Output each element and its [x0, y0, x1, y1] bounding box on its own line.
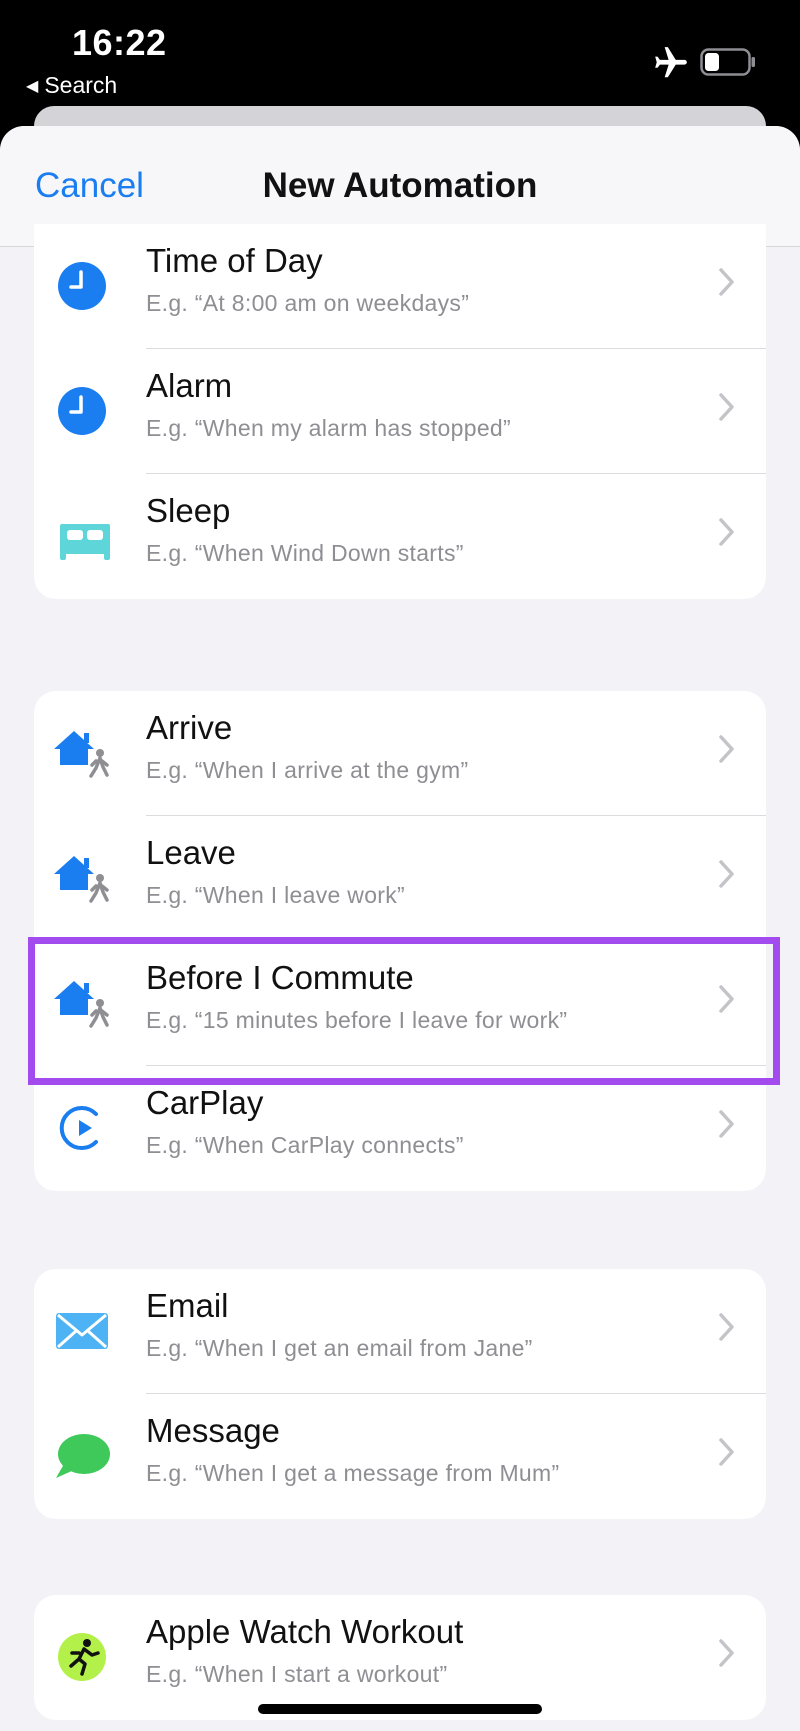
- trigger-row-leave[interactable]: Leave E.g. “When I leave work”: [34, 816, 766, 941]
- house-walker-icon: [50, 846, 114, 910]
- trigger-title: Message: [146, 1412, 280, 1449]
- communication-triggers-group: Email E.g. “When I get an email from Jan…: [34, 1269, 766, 1519]
- message-bubble-icon: [50, 1424, 114, 1488]
- chevron-right-icon: [719, 860, 734, 888]
- trigger-row-time-of-day[interactable]: Time of Day E.g. “At 8:00 am on weekdays…: [34, 224, 766, 349]
- trigger-title: Leave: [146, 834, 236, 871]
- back-link-label: Search: [44, 72, 118, 98]
- trigger-row-carplay[interactable]: CarPlay E.g. “When CarPlay connects”: [34, 1066, 766, 1191]
- trigger-subtitle: E.g. “When Wind Down starts”: [146, 540, 464, 566]
- battery-icon: [700, 48, 756, 76]
- chevron-right-icon: [719, 393, 734, 421]
- trigger-row-arrive[interactable]: Arrive E.g. “When I arrive at the gym”: [34, 691, 766, 816]
- house-walker-icon: [50, 971, 114, 1035]
- trigger-subtitle: E.g. “When I get an email from Jane”: [146, 1335, 533, 1361]
- workout-triggers-group: Apple Watch Workout E.g. “When I start a…: [34, 1595, 766, 1720]
- trigger-title: Email: [146, 1287, 229, 1324]
- time-triggers-group: Time of Day E.g. “At 8:00 am on weekdays…: [34, 224, 766, 599]
- trigger-title: Arrive: [146, 709, 233, 746]
- alarm-clock-icon: [50, 379, 114, 443]
- location-triggers-group: Arrive E.g. “When I arrive at the gym” L…: [34, 691, 766, 1191]
- trigger-title: Time of Day: [146, 242, 323, 279]
- trigger-subtitle: E.g. “When CarPlay connects”: [146, 1132, 464, 1158]
- trigger-title: Alarm: [146, 367, 233, 404]
- trigger-title: Apple Watch Workout: [146, 1613, 464, 1650]
- trigger-title: Sleep: [146, 492, 231, 529]
- trigger-row-apple-watch-workout[interactable]: Apple Watch Workout E.g. “When I start a…: [34, 1595, 766, 1720]
- chevron-right-icon: [719, 735, 734, 763]
- chevron-right-icon: [719, 518, 734, 546]
- trigger-row-message[interactable]: Message E.g. “When I get a message from …: [34, 1394, 766, 1519]
- chevron-right-icon: [719, 1438, 734, 1466]
- status-time: 16:22: [72, 22, 167, 63]
- house-walker-icon: [50, 721, 114, 785]
- mail-envelope-icon: [50, 1299, 114, 1363]
- carplay-icon: [50, 1096, 114, 1160]
- chevron-right-icon: [719, 1313, 734, 1341]
- workout-runner-icon: [50, 1625, 114, 1689]
- chevron-right-icon: [719, 268, 734, 296]
- back-to-search-link[interactable]: ◀ Search: [26, 72, 117, 99]
- bed-icon: [50, 504, 114, 568]
- trigger-subtitle: E.g. “When I arrive at the gym”: [146, 757, 469, 783]
- trigger-subtitle: E.g. “When I start a workout”: [146, 1661, 448, 1687]
- trigger-row-sleep[interactable]: Sleep E.g. “When Wind Down starts”: [34, 474, 766, 599]
- airplane-mode-icon: [652, 44, 690, 82]
- trigger-row-alarm[interactable]: Alarm E.g. “When my alarm has stopped”: [34, 349, 766, 474]
- chevron-right-icon: [719, 985, 734, 1013]
- chevron-right-icon: [719, 1110, 734, 1138]
- chevron-right-icon: [719, 1639, 734, 1667]
- trigger-title: Before I Commute: [146, 959, 414, 996]
- status-bar: 16:22 ◀ Search: [0, 0, 800, 110]
- home-indicator[interactable]: [258, 1704, 542, 1714]
- clock-icon: [50, 254, 114, 318]
- trigger-title: CarPlay: [146, 1084, 264, 1121]
- trigger-subtitle: E.g. “When I get a message from Mum”: [146, 1460, 560, 1486]
- automation-sheet: Cancel New Automation Time of Day E.g. “…: [0, 126, 800, 1731]
- trigger-subtitle: E.g. “15 minutes before I leave for work…: [146, 1007, 568, 1033]
- trigger-row-before-commute[interactable]: Before I Commute E.g. “15 minutes before…: [34, 941, 766, 1066]
- trigger-row-email[interactable]: Email E.g. “When I get an email from Jan…: [34, 1269, 766, 1394]
- page-title: New Automation: [262, 166, 538, 205]
- back-triangle-icon: ◀: [26, 78, 39, 95]
- trigger-subtitle: E.g. “When I leave work”: [146, 882, 406, 908]
- trigger-subtitle: E.g. “When my alarm has stopped”: [146, 415, 511, 441]
- trigger-subtitle: E.g. “At 8:00 am on weekdays”: [146, 290, 470, 316]
